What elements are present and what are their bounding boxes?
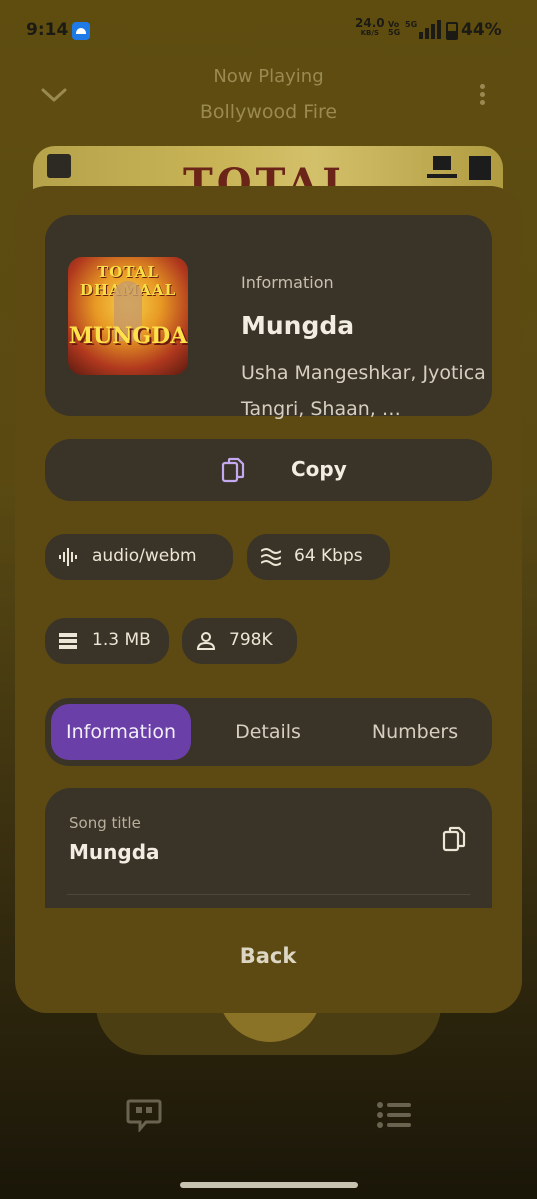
bitrate-chip: 64 Kbps: [247, 534, 390, 580]
song-info-sheet: TOTAL DHAMAAL MUNGDA Information Mungda …: [15, 186, 522, 1013]
sheet-header-label: Information: [241, 273, 334, 292]
copy-button-label: Copy: [291, 457, 347, 481]
waves-icon: [261, 548, 281, 566]
copy-button[interactable]: Copy: [45, 439, 492, 501]
song-title: Mungda: [241, 311, 355, 340]
tab-details[interactable]: Details: [199, 704, 337, 760]
copy-field-icon[interactable]: [442, 826, 466, 852]
field-divider: [67, 894, 470, 895]
bitrate-value: 64 Kbps: [294, 546, 363, 566]
tab-numbers[interactable]: Numbers: [343, 704, 487, 760]
size-value: 1.3 MB: [92, 630, 151, 650]
signal-icon: 5G: [405, 20, 441, 39]
battery-percent: 44%: [461, 20, 502, 40]
more-options-icon[interactable]: [480, 84, 488, 108]
queue-icon[interactable]: [376, 1100, 412, 1130]
format-value: audio/webm: [92, 546, 197, 566]
maruti-logo: [427, 156, 457, 178]
volte-icon: Vo 5G: [388, 20, 401, 37]
format-chip: audio/webm: [45, 534, 233, 580]
now-playing-title: Now Playing: [213, 66, 324, 87]
storage-icon: [59, 633, 77, 649]
song-artists: Usha Mangeshkar, Jyotica Tangri, Shaan, …: [241, 362, 486, 420]
size-chip: 1.3 MB: [45, 618, 169, 664]
album-art-bottom-text: MUNGDA: [68, 323, 188, 349]
listeners-value: 798K: [229, 630, 273, 650]
info-tabs: Information Details Numbers: [45, 698, 492, 766]
status-time: 9:14: [26, 20, 69, 40]
audio-waveform-icon: [59, 548, 77, 566]
field-value: Mungda: [69, 840, 160, 864]
home-indicator[interactable]: [180, 1182, 358, 1188]
listeners-chip: 798K: [182, 618, 297, 664]
network-speed: 24.0 KB/S: [355, 17, 385, 38]
tab-information[interactable]: Information: [51, 704, 191, 760]
studio-logo: [47, 154, 71, 178]
battery-icon: [446, 22, 458, 40]
field-label: Song title: [69, 814, 141, 832]
person-icon: [196, 632, 216, 650]
album-art: TOTAL DHAMAAL MUNGDA: [68, 257, 188, 375]
status-bar: 9:14 24.0 KB/S Vo 5G 5G 44%: [0, 0, 537, 62]
distributor-logo: [469, 156, 491, 180]
back-button[interactable]: Back: [198, 926, 338, 986]
lyrics-icon[interactable]: [126, 1098, 162, 1132]
network-type: 5G: [405, 20, 417, 29]
copy-icon: [221, 457, 245, 483]
app-notification-icon: [72, 22, 90, 40]
song-header-card: TOTAL DHAMAAL MUNGDA Information Mungda …: [45, 215, 492, 420]
now-playing-playlist: Bollywood Fire: [199, 101, 338, 123]
song-title-field: Song title Mungda: [45, 788, 492, 908]
